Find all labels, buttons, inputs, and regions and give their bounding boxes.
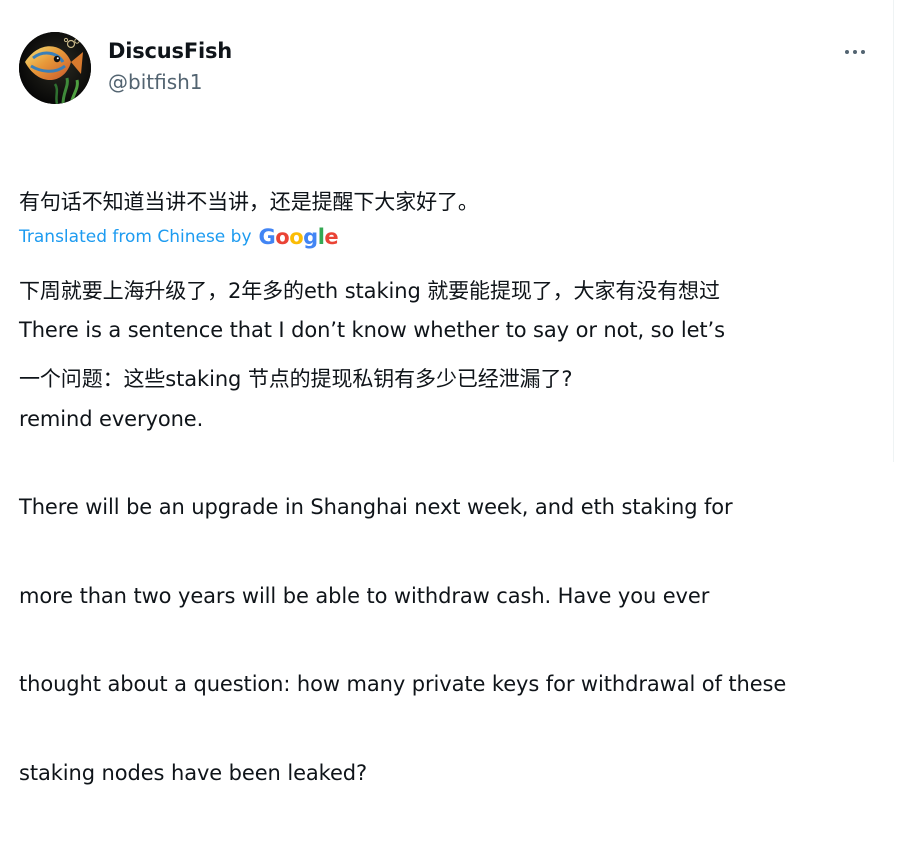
google-logo-letter: o (289, 225, 304, 249)
tweet-translated-text: There is a sentence that I don’t know wh… (19, 257, 786, 847)
tweet-text-line: There is a sentence that I don’t know wh… (19, 318, 725, 342)
google-logo: Google (259, 224, 339, 250)
more-dots-icon (860, 49, 866, 55)
tweet-text-line: thought about a question: how many priva… (19, 672, 787, 696)
more-options-button[interactable] (838, 38, 872, 66)
translation-attribution-link[interactable]: Translated from Chinese by Google (19, 224, 339, 250)
google-logo-letter: o (275, 225, 290, 249)
tweet-text-line: 有句话不知道当讲不当讲，还是提醒下大家好了。 (19, 190, 479, 214)
discus-fish-avatar-icon (19, 32, 91, 104)
more-dots-icon (852, 49, 858, 55)
tweet-text-line: staking nodes have been leaked? (19, 760, 368, 785)
translation-label: Translated from Chinese by (19, 227, 252, 247)
tweet-card: DiscusFish @bitfish1 有句话不知道当讲不当讲，还是提醒下大家… (0, 0, 893, 785)
author-display-name[interactable]: DiscusFish (108, 38, 232, 64)
google-logo-letter: G (258, 225, 276, 249)
tweet-text-line: remind everyone. (19, 406, 204, 431)
tweet-text-line: more than two years will be able to with… (19, 583, 710, 608)
timeline-divider (893, 0, 894, 462)
tweet-text-line: There will be an upgrade in Shanghai nex… (19, 495, 733, 519)
more-dots-icon (844, 49, 850, 55)
author-avatar[interactable] (19, 32, 91, 104)
google-logo-letter: e (324, 225, 339, 249)
google-logo-letter: g (303, 225, 318, 249)
author-handle[interactable]: @bitfish1 (108, 69, 203, 95)
